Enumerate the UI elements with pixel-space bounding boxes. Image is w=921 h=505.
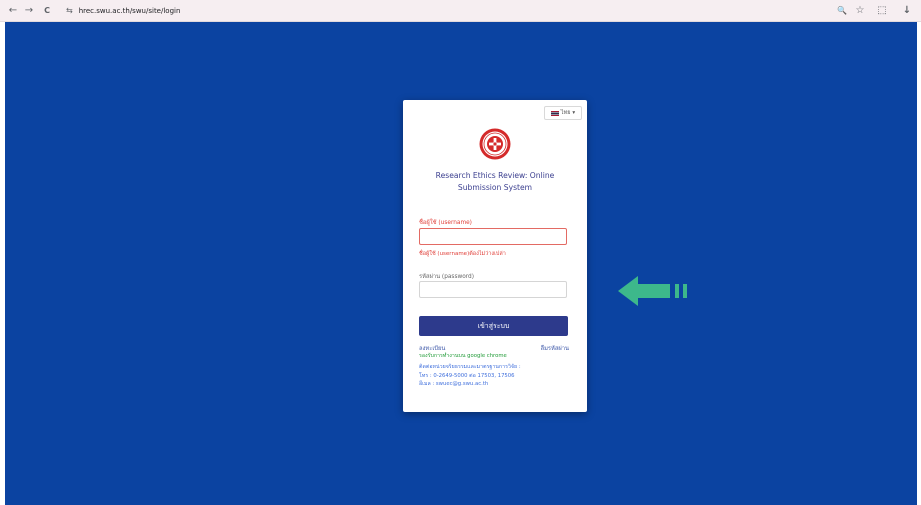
browser-toolbar: ← → C ⇆ hrec.swu.ac.th/swu/site/login 🔍 … xyxy=(0,0,921,22)
contact-email[interactable]: อีเมล : swuec@g.swu.ac.th xyxy=(419,380,521,389)
address-bar[interactable]: ⇆ hrec.swu.ac.th/swu/site/login xyxy=(58,3,188,19)
university-seal-logo xyxy=(479,128,511,160)
language-selector[interactable]: ไทย ▾ xyxy=(544,106,582,120)
system-title: Research Ethics Review: Online Submissio… xyxy=(413,170,577,194)
reload-icon[interactable]: C xyxy=(42,3,52,19)
title-line-1: Research Ethics Review: Online xyxy=(435,171,555,180)
login-card: ไทย ▾ Research Ethics Review: Online Sub… xyxy=(403,100,587,412)
extensions-icon[interactable]: ⬚ xyxy=(876,3,888,19)
zoom-icon[interactable]: 🔍 xyxy=(836,3,848,19)
forward-icon[interactable]: → xyxy=(24,3,34,19)
url-text: hrec.swu.ac.th/swu/site/login xyxy=(78,7,181,15)
browser-support-note: รองรับการทำงานบน google chrome xyxy=(419,353,507,359)
language-label: ไทย xyxy=(560,110,571,116)
username-input[interactable] xyxy=(419,228,567,245)
contact-unit: ติดต่อหน่วยจริยธรรมและมาตรฐานการวิจัย : xyxy=(419,364,521,370)
password-label: รหัสผ่าน (password) xyxy=(419,274,474,280)
contact-info: ติดต่อหน่วยจริยธรรมและมาตรฐานการวิจัย : … xyxy=(419,363,521,389)
title-line-2: Submission System xyxy=(457,183,533,192)
login-button[interactable]: เข้าสู่ระบบ xyxy=(419,316,568,336)
site-info-icon[interactable]: ⇆ xyxy=(66,3,73,19)
forgot-password-link[interactable]: ลืมรหัสผ่าน xyxy=(541,343,569,353)
thai-flag-icon xyxy=(550,110,559,116)
password-input[interactable] xyxy=(419,281,567,298)
caret-down-icon: ▾ xyxy=(572,110,576,116)
username-error-message: ชื่อผู้ใช้ (username)ต้องไม่ว่างเปล่า xyxy=(419,251,506,257)
contact-phone: โทร : 0-2649-5000 ต่อ 17503, 17506 xyxy=(419,372,515,379)
back-icon[interactable]: ← xyxy=(8,3,18,19)
annotation-arrow-icon xyxy=(618,276,687,306)
username-label: ชื่อผู้ใช้ (username) xyxy=(419,220,472,226)
bookmark-star-icon[interactable]: ☆ xyxy=(854,3,866,19)
page-background: ไทย ▾ Research Ethics Review: Online Sub… xyxy=(5,22,917,505)
download-icon[interactable]: ↓ xyxy=(901,3,913,19)
